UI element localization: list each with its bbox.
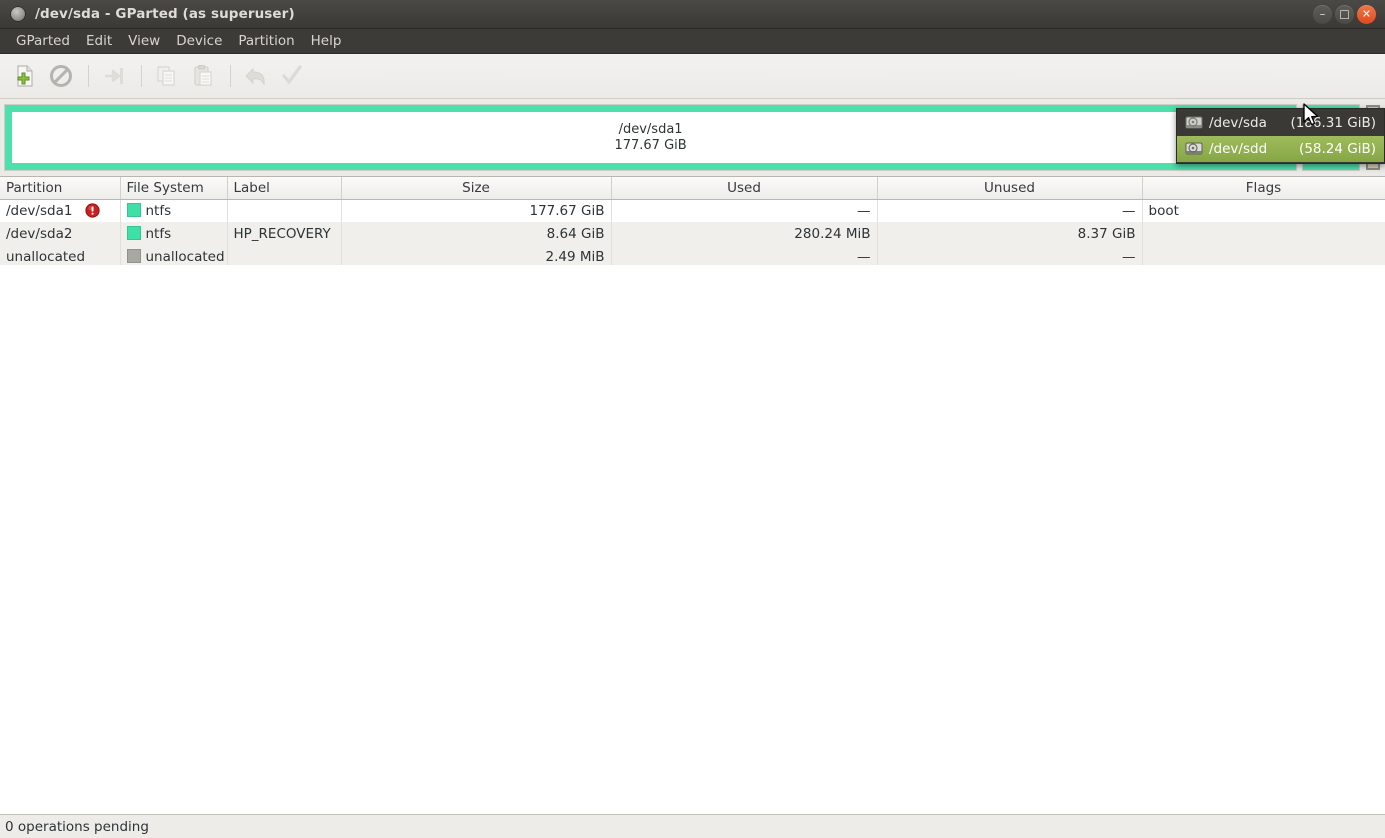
menu-partition[interactable]: Partition (230, 31, 302, 51)
toolbar-separator (141, 65, 142, 87)
column-header-used[interactable]: Used (611, 177, 878, 200)
empty-workspace (0, 265, 1385, 814)
device-menu-item-sdd[interactable]: /dev/sdd (58.24 GiB) (1177, 136, 1384, 162)
hard-disk-icon (1185, 116, 1203, 129)
cell-used: — (611, 199, 878, 222)
cell-size: 8.64 GiB (341, 222, 612, 245)
device-name: /dev/sdd (1209, 141, 1268, 157)
cell-used: 280.24 MiB (611, 222, 878, 245)
toolbar-separator (88, 65, 89, 87)
device-size: (58.24 GiB) (1299, 141, 1376, 157)
cell-label (227, 199, 342, 222)
toolbar: /dev/sda (186.31 GiB) /dev/sdd (58.24 Gi… (0, 54, 1385, 164)
cell-flags (1142, 222, 1385, 245)
partition-name: unallocated (6, 248, 86, 265)
cell-flags: boot (1142, 199, 1385, 222)
partition-name: /dev/sda2 (6, 225, 73, 242)
statusbar-text: 0 operations pending (5, 818, 149, 835)
partition-table: Partition File System Label Size Used Un… (0, 177, 1385, 268)
new-document-icon (17, 65, 33, 87)
window-title: /dev/sda - GParted (as superuser) (35, 6, 295, 22)
toolbar-separator (230, 65, 231, 87)
filesystem-swatch (126, 202, 141, 217)
disc-icon (10, 6, 26, 22)
maximize-button[interactable]: □ (1335, 4, 1354, 24)
filesystem-swatch (126, 248, 141, 263)
cell-filesystem: ntfs (120, 199, 228, 222)
filesystem-name: ntfs (145, 202, 172, 219)
partition-name: /dev/sda1 (6, 202, 73, 219)
paste-button[interactable] (186, 59, 220, 93)
cell-size: 177.67 GiB (341, 199, 612, 222)
undo-button[interactable] (239, 59, 273, 93)
cell-filesystem: ntfs (120, 222, 228, 245)
partition-graphic-sda1[interactable]: /dev/sda1 177.67 GiB (3, 104, 1298, 171)
column-header-label[interactable]: Label (227, 177, 342, 200)
cell-unused: 8.37 GiB (877, 222, 1143, 245)
warning-icon[interactable] (85, 203, 100, 218)
paste-icon (194, 65, 212, 86)
delete-partition-button[interactable] (44, 59, 78, 93)
cell-partition: /dev/sda1 (0, 199, 121, 222)
close-button[interactable]: ✕ (1357, 4, 1376, 24)
menu-help[interactable]: Help (303, 31, 350, 51)
table-header-row: Partition File System Label Size Used Un… (0, 177, 1385, 200)
partition-graphic-size: 177.67 GiB (614, 137, 687, 153)
no-entry-icon (50, 65, 72, 87)
partition-graphic-name: /dev/sda1 (618, 121, 683, 137)
window-controls: – □ ✕ (1313, 0, 1376, 28)
undo-arrow-icon (245, 67, 265, 86)
table-row[interactable]: /dev/sda2 ntfs HP_RECOVERY 8.64 GiB 280.… (0, 222, 1385, 245)
device-menu-item-sda[interactable]: /dev/sda (186.31 GiB) (1177, 110, 1384, 136)
minimize-icon: – (1319, 7, 1326, 20)
menu-view[interactable]: View (120, 31, 168, 51)
column-header-unused[interactable]: Unused (877, 177, 1143, 200)
close-icon: ✕ (1361, 7, 1372, 20)
menu-gparted[interactable]: GParted (8, 31, 78, 51)
menubar: GParted Edit View Device Partition Help (0, 29, 1385, 54)
apply-button[interactable] (275, 59, 309, 93)
minimize-button[interactable]: – (1313, 4, 1332, 24)
table-row[interactable]: /dev/sda1 ntfs 177.67 GiB — — boot (0, 199, 1385, 222)
maximize-icon: □ (1339, 7, 1350, 20)
resize-move-icon (105, 68, 123, 84)
cell-unused: — (877, 199, 1143, 222)
menu-edit[interactable]: Edit (78, 31, 120, 51)
column-header-partition[interactable]: Partition (0, 177, 121, 200)
column-header-size[interactable]: Size (341, 177, 612, 200)
filesystem-swatch (126, 225, 141, 240)
column-header-flags[interactable]: Flags (1142, 177, 1385, 200)
hard-disk-icon (1185, 142, 1203, 155)
device-name: /dev/sda (1209, 115, 1267, 131)
cell-label: HP_RECOVERY (227, 222, 342, 245)
filesystem-name: unallocated (145, 248, 225, 265)
menu-device[interactable]: Device (168, 31, 230, 51)
copy-icon (157, 66, 175, 86)
checkmark-icon (282, 65, 302, 84)
cell-partition: /dev/sda2 (0, 222, 121, 245)
statusbar: 0 operations pending (0, 814, 1385, 838)
device-dropdown-menu: /dev/sda (186.31 GiB) /dev/sdd (58.24 Gi… (1176, 108, 1385, 164)
device-size: (186.31 GiB) (1290, 115, 1376, 131)
column-header-filesystem[interactable]: File System (120, 177, 228, 200)
filesystem-name: ntfs (145, 225, 172, 242)
new-partition-button[interactable] (8, 59, 42, 93)
window-titlebar: /dev/sda - GParted (as superuser) – □ ✕ (0, 0, 1385, 29)
copy-button[interactable] (150, 59, 184, 93)
resize-move-button[interactable] (97, 59, 131, 93)
